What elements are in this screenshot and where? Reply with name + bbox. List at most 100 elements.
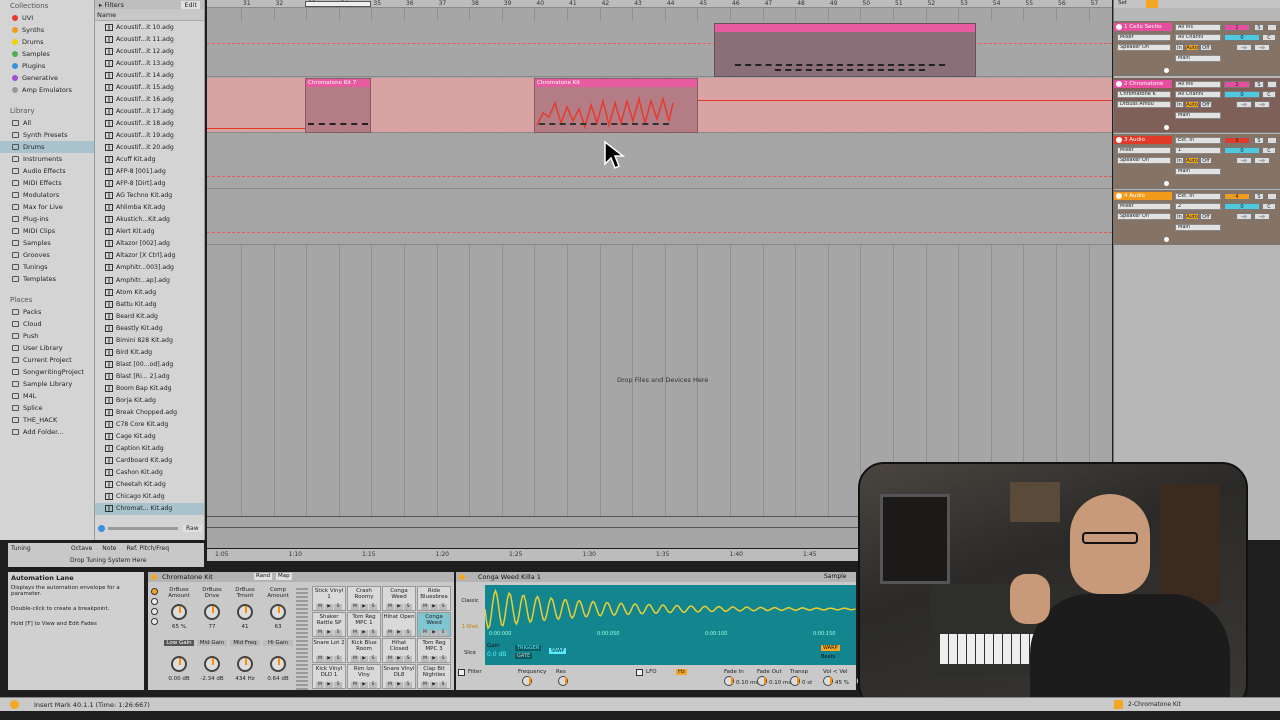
- hz-button[interactable]: Hz: [676, 669, 688, 675]
- pad-mute-button[interactable]: M: [386, 604, 394, 610]
- pad-mute-button[interactable]: M: [386, 630, 394, 636]
- pad-mute-button[interactable]: M: [351, 682, 359, 688]
- param-value[interactable]: 45 %: [835, 680, 849, 686]
- file-item[interactable]: Bird Kit.adg: [95, 346, 204, 358]
- file-item[interactable]: AFP-8 [001].adg: [95, 166, 204, 178]
- file-item[interactable]: Battu Kit.adg: [95, 298, 204, 310]
- trigger-button[interactable]: TRIGGER: [515, 645, 542, 651]
- drum-pad[interactable]: Rim Izo Viny M ▶ S: [347, 664, 381, 689]
- file-item[interactable]: Atom Kit.adg: [95, 286, 204, 298]
- mode-selector[interactable]: Classic 1-Shot Slice: [458, 586, 482, 666]
- file-item[interactable]: Cage Kit.adg: [95, 431, 204, 443]
- filters-button[interactable]: ▸ Filters: [99, 1, 124, 9]
- macro-knob[interactable]: [171, 656, 187, 672]
- pad-solo-button[interactable]: S: [369, 656, 377, 662]
- collection-item[interactable]: Samples: [0, 48, 94, 60]
- macro-value[interactable]: 0.64 dB: [263, 676, 293, 682]
- pad-solo-button[interactable]: S: [404, 630, 412, 636]
- collection-item[interactable]: Generative: [0, 72, 94, 84]
- volume-value[interactable]: 0: [1224, 147, 1260, 154]
- mixer-track-1[interactable]: 1 Cello Sectio Mixer Speaker On All Ins All …: [1114, 21, 1280, 76]
- pad-play-button[interactable]: ▶: [430, 630, 438, 636]
- file-item[interactable]: Cheetah Kit.adg: [95, 479, 204, 491]
- column-header-name[interactable]: Name: [95, 9, 204, 21]
- library-item[interactable]: Modulators: [0, 189, 94, 201]
- mixer-track-2[interactable]: 2 Chromatone Chromatone K DrBuss Amou All I…: [1114, 78, 1280, 133]
- automation-envelope[interactable]: [535, 93, 699, 133]
- solo-button[interactable]: S: [1254, 137, 1264, 144]
- pad-mute-button[interactable]: M: [351, 604, 359, 610]
- mode-one-shot[interactable]: 1-Shot: [458, 624, 482, 630]
- macro-value[interactable]: 434 Hz: [230, 676, 260, 682]
- monitor-auto[interactable]: Auto: [1185, 101, 1199, 108]
- track-name[interactable]: 3 Audio: [1114, 136, 1172, 144]
- pad-mute-button[interactable]: M: [316, 656, 324, 662]
- arrangement-track-3[interactable]: [207, 134, 1112, 189]
- track-activator[interactable]: 3: [1224, 137, 1250, 144]
- drum-pad[interactable]: Conga Weed M ▶ S: [417, 612, 451, 637]
- library-item[interactable]: Audio Effects: [0, 165, 94, 177]
- file-item[interactable]: Chromat... Kit.adg: [95, 502, 204, 515]
- pad-play-button[interactable]: ▶: [430, 656, 438, 662]
- filter-toggle[interactable]: [458, 669, 465, 676]
- send-b[interactable]: -∞: [1254, 157, 1270, 164]
- place-item[interactable]: Cloud: [0, 318, 94, 330]
- map-button[interactable]: Map: [276, 573, 292, 580]
- tuning-drop-hint[interactable]: Drop Tuning System Here: [8, 557, 204, 564]
- param-knob[interactable]: [724, 676, 734, 686]
- file-item[interactable]: Ahlimba Kit.adg: [95, 202, 204, 214]
- send-a[interactable]: -∞: [1236, 157, 1252, 164]
- solo-button[interactable]: S: [1254, 24, 1264, 31]
- pad-mute-button[interactable]: M: [386, 682, 394, 688]
- output-main[interactable]: Main: [1175, 224, 1221, 231]
- library-item[interactable]: Max for Live: [0, 201, 94, 213]
- place-item[interactable]: Splice: [0, 402, 94, 414]
- file-item[interactable]: Acoustif...it 11.adg: [95, 33, 204, 45]
- macro-knob[interactable]: [171, 604, 187, 620]
- pad-solo-button[interactable]: S: [404, 604, 412, 610]
- track-fold-icon[interactable]: [1116, 137, 1122, 143]
- output-chooser[interactable]: Speaker On: [1117, 44, 1171, 51]
- power-icon[interactable]: [1164, 68, 1169, 73]
- track-fold-icon[interactable]: [1116, 24, 1122, 30]
- pad-mute-button[interactable]: M: [316, 604, 324, 610]
- collection-item[interactable]: UVI: [0, 12, 94, 24]
- file-item[interactable]: Acoustif...it 10.adg: [95, 21, 204, 33]
- device-chooser[interactable]: Chromatone K: [1117, 91, 1171, 98]
- collection-item[interactable]: Synths: [0, 24, 94, 36]
- monitor-off[interactable]: Off: [1200, 157, 1212, 164]
- warp-button[interactable]: WARP: [821, 645, 840, 651]
- file-item[interactable]: Acoustif...it 18.adg: [95, 117, 204, 129]
- file-item[interactable]: Acoustif...it 15.adg: [95, 81, 204, 93]
- monitor-auto[interactable]: Auto: [1185, 157, 1199, 164]
- pad-play-button[interactable]: ▶: [325, 682, 333, 688]
- macro-value[interactable]: -2.34 dB: [197, 676, 227, 682]
- monitor-in[interactable]: In: [1175, 213, 1184, 220]
- monitor-in[interactable]: In: [1175, 44, 1184, 51]
- monitor-in[interactable]: In: [1175, 101, 1184, 108]
- pad-play-button[interactable]: ▶: [395, 682, 403, 688]
- raw-toggle[interactable]: Raw: [183, 524, 202, 532]
- pad-play-button[interactable]: ▶: [360, 656, 368, 662]
- send-a[interactable]: -∞: [1236, 101, 1252, 108]
- device-power-icon[interactable]: [151, 574, 157, 580]
- pad-play-button[interactable]: ▶: [360, 630, 368, 636]
- file-item[interactable]: Blast [00...od].adg: [95, 358, 204, 370]
- input-chooser[interactable]: All Ins: [1175, 81, 1221, 88]
- file-item[interactable]: Altazor [002].adg: [95, 238, 204, 250]
- file-item[interactable]: C78 Core Kit.adg: [95, 419, 204, 431]
- output-main[interactable]: Main: [1175, 112, 1221, 119]
- power-icon[interactable]: [1164, 237, 1169, 242]
- file-item[interactable]: Amphitr...ap].adg: [95, 274, 204, 286]
- macro-value[interactable]: 0.00 dB: [164, 676, 194, 682]
- monitor-in[interactable]: In: [1175, 157, 1184, 164]
- pad-solo-button[interactable]: S: [439, 682, 447, 688]
- output-main[interactable]: Main: [1175, 168, 1221, 175]
- macro-value[interactable]: 63: [263, 624, 293, 630]
- pad-mute-button[interactable]: M: [316, 630, 324, 636]
- library-item[interactable]: Synth Presets: [0, 129, 94, 141]
- edit-button[interactable]: Edit: [181, 0, 200, 9]
- place-item[interactable]: User Library: [0, 342, 94, 354]
- file-item[interactable]: Blast [Ri... 2].adg: [95, 370, 204, 382]
- macro-value[interactable]: 65 %: [164, 624, 194, 630]
